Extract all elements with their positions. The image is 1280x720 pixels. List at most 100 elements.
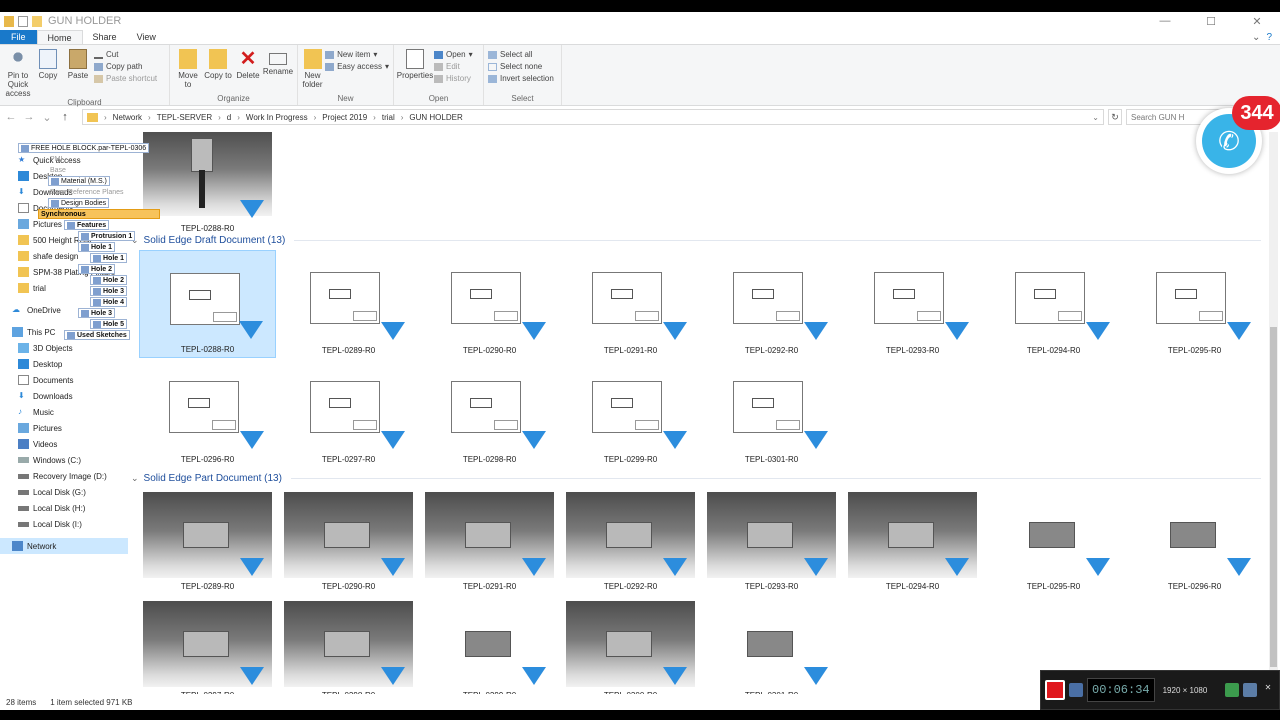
file-tile[interactable]: TEPL-0293-R0 — [844, 250, 981, 358]
file-tile[interactable]: TEPL-0294-R0 — [844, 486, 981, 594]
file-tile[interactable]: TEPL-0290-R0 — [421, 250, 558, 358]
properties-icon[interactable] — [18, 15, 28, 27]
breadcrumb[interactable]: › Network › TEPL-SERVER › d › Work In Progr… — [82, 109, 1104, 125]
easy-access-button[interactable]: Easy access ▾ — [325, 62, 389, 71]
paste-button[interactable]: Paste — [64, 47, 92, 98]
file-tile[interactable]: TEPL-0290-R0 — [280, 486, 417, 594]
new-folder-button[interactable]: New folder — [302, 47, 323, 94]
forward-arrow-icon[interactable]: → — [22, 111, 36, 123]
folder-icon[interactable] — [4, 15, 14, 27]
history-button[interactable]: History — [434, 74, 473, 83]
file-tile[interactable]: TEPL-0296-R0 — [139, 359, 276, 467]
crumb-network[interactable]: Network — [113, 113, 142, 122]
file-tile[interactable]: TEPL-0299-R0 — [562, 359, 699, 467]
nav-folder-trial[interactable]: trial — [0, 280, 128, 296]
whatsapp-button[interactable]: ✆ 344 — [1196, 96, 1280, 174]
file-tile[interactable]: TEPL-0298-R0 — [421, 359, 558, 467]
vertical-scrollbar[interactable] — [1269, 132, 1278, 694]
file-tile[interactable]: TEPL-0301-R0 — [703, 595, 840, 694]
file-tile[interactable]: TEPL-0297-R0 — [139, 595, 276, 694]
nav-folder-shafe-design[interactable]: shafe design — [0, 248, 128, 264]
open-button[interactable]: Open ▾ — [434, 50, 473, 59]
nav-3d-objects[interactable]: 3D Objects — [0, 340, 128, 356]
nav-music[interactable]: ♪ Music — [0, 404, 128, 420]
camera-icon[interactable] — [1069, 683, 1083, 697]
close-icon[interactable]: ✕ — [1261, 683, 1275, 697]
record-stop-button[interactable] — [1045, 680, 1065, 700]
close-button[interactable]: ✕ — [1234, 15, 1280, 28]
nav-folder-spm-38[interactable]: SPM-38 Plating Fixture — [0, 264, 128, 280]
file-tile[interactable]: TEPL-0295-R0 — [1126, 250, 1263, 358]
paste-shortcut-button[interactable]: Paste shortcut — [94, 74, 157, 83]
group-header-draft[interactable]: ⌄ Solid Edge Draft Document (13) — [131, 232, 1261, 248]
tab-home[interactable]: Home — [36, 30, 83, 44]
nav-network[interactable]: Network — [0, 538, 128, 554]
nav-folder-500-height[interactable]: 500 Height RAM — [0, 232, 128, 248]
select-none-button[interactable]: Select none — [488, 62, 554, 71]
address-dropdown-icon[interactable]: ⌄ — [1092, 113, 1099, 122]
nav-this-pc[interactable]: This PC — [0, 324, 128, 340]
back-arrow-icon[interactable]: ← — [4, 111, 18, 123]
cut-button[interactable]: Cut — [94, 50, 157, 59]
nav-onedrive[interactable]: ☁ OneDrive — [0, 302, 128, 318]
file-tile[interactable]: TEPL-0293-R0 — [703, 486, 840, 594]
nav-documents[interactable]: Documents — [0, 200, 128, 216]
file-tile[interactable]: TEPL-0297-R0 — [280, 359, 417, 467]
move-to-button[interactable]: Move to — [174, 47, 202, 94]
nav-drive-d[interactable]: Recovery Image (D:) — [0, 468, 128, 484]
new-folder-icon[interactable] — [32, 15, 42, 27]
crumb-project[interactable]: Project 2019 — [322, 113, 367, 122]
nav-videos[interactable]: Videos — [0, 436, 128, 452]
minimize-icon[interactable] — [1243, 683, 1257, 697]
nav-drive-c[interactable]: Windows (C:) — [0, 452, 128, 468]
file-tile[interactable]: TEPL-0300-R0 — [562, 595, 699, 694]
maximize-button[interactable]: ☐ — [1188, 15, 1234, 28]
file-tile[interactable]: TEPL-0298-R0 — [280, 595, 417, 694]
crumb-gun-holder[interactable]: GUN HOLDER — [409, 113, 462, 122]
file-tile[interactable]: TEPL-0291-R0 — [421, 486, 558, 594]
file-tile[interactable]: TEPL-0291-R0 — [562, 250, 699, 358]
nav-pictures[interactable]: Pictures — [0, 216, 128, 232]
crumb-wip[interactable]: Work In Progress — [246, 113, 308, 122]
crumb-trial[interactable]: trial — [382, 113, 395, 122]
file-tile[interactable]: TEPL-0296-R0 — [1126, 486, 1263, 594]
file-tile[interactable]: TEPL-0294-R0 — [985, 250, 1122, 358]
help-icon[interactable]: ? — [1266, 32, 1272, 43]
pin-button[interactable]: Pin to Quick access — [4, 47, 32, 98]
file-tile[interactable]: TEPL-0299-R0 — [421, 595, 558, 694]
nav-drive-h[interactable]: Local Disk (H:) — [0, 500, 128, 516]
recent-chevron-icon[interactable]: ⌄ — [40, 111, 54, 124]
file-tile[interactable]: TEPL-0292-R0 — [703, 250, 840, 358]
new-item-button[interactable]: New item ▾ — [325, 50, 389, 59]
copy-path-button[interactable]: Copy path — [94, 62, 157, 71]
file-tile[interactable]: TEPL-0295-R0 — [985, 486, 1122, 594]
nav-drive-i[interactable]: Local Disk (I:) — [0, 516, 128, 532]
nav-quick-access[interactable]: ★ Quick access — [0, 152, 128, 168]
screen-icon[interactable] — [1225, 683, 1239, 697]
crumb-server[interactable]: TEPL-SERVER — [157, 113, 212, 122]
minimize-button[interactable]: — — [1142, 15, 1188, 28]
up-arrow-icon[interactable]: ↑ — [58, 111, 72, 123]
file-tile[interactable]: TEPL-0301-R0 — [703, 359, 840, 467]
nav-pc-downloads[interactable]: ⬇ Downloads — [0, 388, 128, 404]
delete-button[interactable]: ✕ Delete — [234, 47, 262, 94]
nav-pc-desktop[interactable]: Desktop — [0, 356, 128, 372]
nav-desktop[interactable]: Desktop — [0, 168, 128, 184]
group-header-part[interactable]: ⌄ Solid Edge Part Document (13) — [131, 470, 1261, 486]
file-tile[interactable]: TEPL-0289-R0 — [139, 486, 276, 594]
chevron-down-icon[interactable]: ⌄ — [1252, 32, 1260, 43]
tab-file[interactable]: File — [0, 30, 37, 44]
file-tile[interactable]: TEPL-0289-R0 — [280, 250, 417, 358]
properties-button[interactable]: Properties — [397, 47, 433, 94]
select-all-button[interactable]: Select all — [488, 50, 554, 59]
nav-drive-g[interactable]: Local Disk (G:) — [0, 484, 128, 500]
nav-pc-pictures[interactable]: Pictures — [0, 420, 128, 436]
tab-share[interactable]: Share — [83, 30, 127, 44]
copy-button[interactable]: Copy — [34, 47, 62, 98]
nav-downloads[interactable]: ⬇ Downloads — [0, 184, 128, 200]
file-tile[interactable]: TEPL-0288-R0 — [139, 132, 276, 236]
rename-button[interactable]: Rename — [263, 47, 293, 94]
file-tile[interactable]: TEPL-0292-R0 — [562, 486, 699, 594]
tab-view[interactable]: View — [127, 30, 166, 44]
nav-pc-documents[interactable]: Documents — [0, 372, 128, 388]
